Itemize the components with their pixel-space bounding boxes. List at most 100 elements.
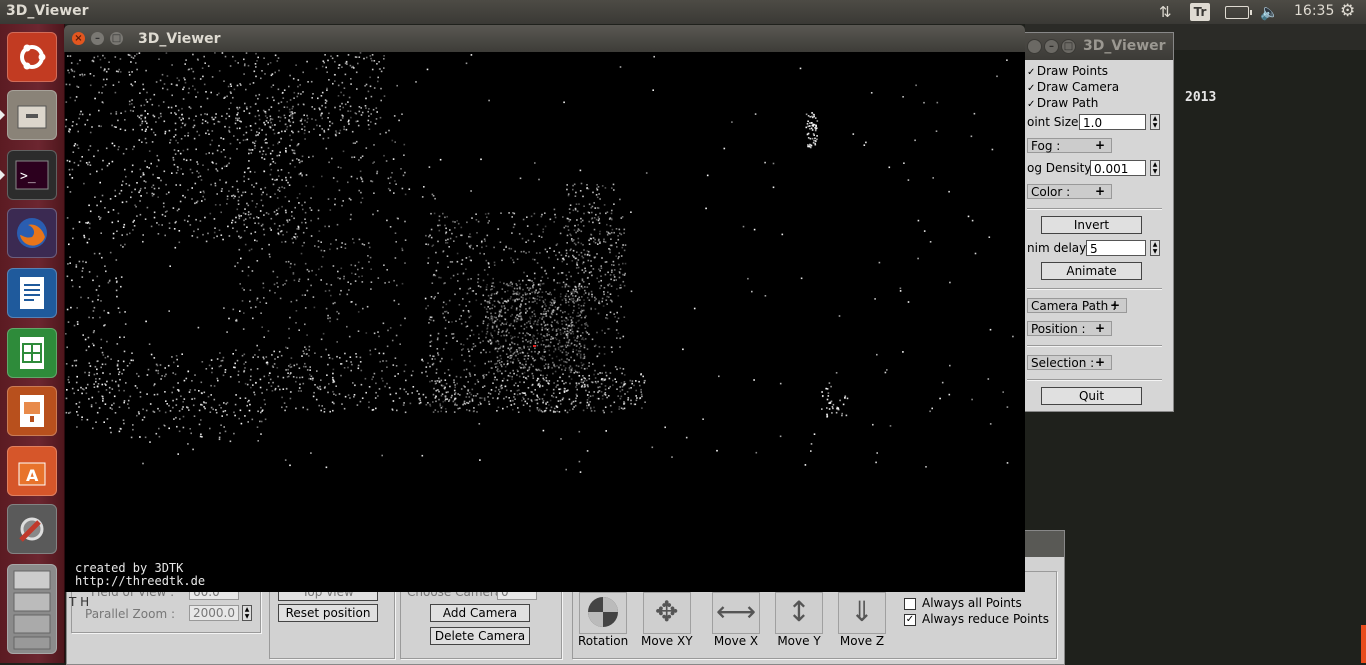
fog-density-spinner[interactable]: ▲ ▼ <box>1150 160 1160 176</box>
close-icon[interactable]: × <box>72 32 85 45</box>
volume-icon[interactable]: 🔈 <box>1260 3 1279 21</box>
point-size-input[interactable]: 1.0 <box>1079 114 1146 130</box>
minimize-icon[interactable]: – <box>1044 39 1059 54</box>
check-icon: ✓ <box>1027 99 1036 110</box>
always-reduce-points-label: Always reduce Points <box>922 612 1049 626</box>
fog-label: Fog : <box>1031 139 1061 153</box>
check-icon: ✓ <box>1027 83 1036 94</box>
move-xy-tool[interactable]: ✥ Move XY <box>641 592 693 648</box>
draw-camera-label: Draw Camera <box>1036 80 1120 94</box>
impress-icon[interactable] <box>7 386 57 436</box>
move-z-label: Move Z <box>839 634 885 648</box>
parallel-zoom-spinner[interactable]: ▲ ▼ <box>242 605 252 621</box>
point-cloud-canvas[interactable]: created by 3DTK http://threedtk.de <box>65 52 1025 592</box>
fog-density-label: og Density: <box>1027 161 1095 175</box>
settings-gear-icon[interactable]: ⚙ <box>1340 1 1355 21</box>
firefox-icon[interactable] <box>7 208 57 258</box>
position-rollout[interactable]: Position : + <box>1027 321 1112 336</box>
terminal-output: 2013 <box>1185 90 1217 105</box>
point-size-spinner[interactable]: ▲ ▼ <box>1150 114 1160 130</box>
bottom-titlebar[interactable] <box>1025 531 1064 557</box>
add-camera-button[interactable]: Add Camera <box>430 604 530 622</box>
writer-icon[interactable] <box>7 268 57 318</box>
camera-path-rollout[interactable]: Camera Path : + <box>1027 298 1127 313</box>
selection-rollout[interactable]: Selection : + <box>1027 355 1112 370</box>
delete-camera-button[interactable]: Delete Camera <box>430 627 530 645</box>
draw-points-checkbox[interactable]: ✓ Draw Points <box>1027 64 1108 78</box>
calc-icon[interactable] <box>7 328 57 378</box>
move-xy-icon: ✥ <box>642 592 691 634</box>
fog-density-input[interactable]: 0.001 <box>1090 160 1146 176</box>
rotation-ball-icon <box>579 592 628 634</box>
svg-text:>_: >_ <box>20 169 36 184</box>
always-all-points-checkbox[interactable]: Always all Points <box>904 596 1022 610</box>
draw-path-checkbox[interactable]: ✓ Draw Path <box>1027 96 1098 110</box>
launcher: >_ A <box>0 24 65 663</box>
controls-titlebar[interactable]: – □ 3D_Viewer <box>1023 33 1173 60</box>
network-icon[interactable]: ⇅ <box>1159 3 1172 21</box>
color-label: Color : <box>1031 185 1071 199</box>
rotation-label: Rotation <box>578 634 629 648</box>
maximize-icon[interactable]: □ <box>110 32 123 45</box>
move-x-tool[interactable]: ⟷ Move X <box>712 592 760 648</box>
check-icon: ✓ <box>1027 67 1036 78</box>
parallel-zoom-input[interactable]: 2000.0 <box>189 605 239 621</box>
active-indicator <box>0 110 5 120</box>
controls-window: – □ 3D_Viewer ✓ Draw Points ✓ Draw Camer… <box>1022 32 1174 412</box>
move-x-icon: ⟷ <box>712 592 760 634</box>
selection-label: Selection : <box>1031 356 1095 370</box>
always-reduce-points-checkbox[interactable]: ✓ Always reduce Points <box>904 612 1049 626</box>
terminal-scroll-marker <box>1361 625 1366 663</box>
draw-path-label: Draw Path <box>1036 96 1099 110</box>
battery-icon[interactable] <box>1225 6 1252 19</box>
point-size-label: oint Size: <box>1027 115 1083 129</box>
ubuntu-dash-icon[interactable] <box>7 32 57 82</box>
move-y-label: Move Y <box>777 634 821 648</box>
move-xy-label: Move XY <box>641 634 693 648</box>
expand-icon: + <box>1094 355 1105 369</box>
move-z-icon: ⇓ <box>838 592 886 634</box>
minimize-icon[interactable]: – <box>91 32 104 45</box>
credit-text: created by 3DTK http://threedtk.de <box>75 562 205 588</box>
checkbox-box: ✓ <box>904 613 916 626</box>
fog-rollout[interactable]: Fog : + <box>1027 138 1112 153</box>
maximize-icon[interactable]: □ <box>1061 39 1076 54</box>
reset-position-button[interactable]: Reset position <box>278 604 378 622</box>
credit-line-2: http://threedtk.de <box>75 574 206 588</box>
color-rollout[interactable]: Color : + <box>1027 184 1112 199</box>
expand-icon: + <box>1094 184 1105 198</box>
camera-path-label: Camera Path : <box>1031 299 1117 313</box>
anim-delay-label: nim delay: <box>1027 241 1090 255</box>
close-icon[interactable] <box>1027 39 1042 54</box>
system-settings-icon[interactable] <box>7 504 57 554</box>
anim-delay-spinner[interactable]: ▲ ▼ <box>1150 240 1160 256</box>
software-center-icon[interactable]: A <box>7 446 57 496</box>
expand-icon: + <box>1094 321 1105 335</box>
clock[interactable]: 16:35 <box>1294 3 1334 19</box>
invert-button[interactable]: Invert <box>1041 216 1142 234</box>
expand-icon: + <box>1094 138 1105 152</box>
terminal-icon[interactable]: >_ <box>7 150 57 200</box>
separator <box>1027 379 1162 381</box>
keyboard-layout-icon[interactable]: Tr <box>1190 3 1210 21</box>
move-z-tool[interactable]: ⇓ Move Z <box>838 592 886 648</box>
anim-delay-input[interactable]: 5 <box>1086 240 1146 256</box>
move-y-tool[interactable]: ↕ Move Y <box>775 592 823 648</box>
expand-icon: + <box>1109 298 1120 312</box>
files-icon[interactable] <box>7 90 57 140</box>
point-cloud-render <box>65 52 1014 473</box>
viewer-title: 3D_Viewer <box>138 31 221 47</box>
controls-title: 3D_Viewer <box>1083 38 1166 54</box>
quit-button[interactable]: Quit <box>1041 387 1142 405</box>
separator <box>1027 345 1162 347</box>
workspace-switcher-icon[interactable] <box>7 564 57 654</box>
active-indicator <box>0 170 5 180</box>
viewer-window: × – □ 3D_Viewer created by 3DTK http://t… <box>64 25 1025 592</box>
animate-button[interactable]: Animate <box>1041 262 1142 280</box>
viewer-titlebar[interactable]: × – □ 3D_Viewer <box>64 25 1025 52</box>
checkbox-box <box>904 597 916 610</box>
move-x-label: Move X <box>713 634 759 648</box>
draw-camera-checkbox[interactable]: ✓ Draw Camera <box>1027 80 1119 94</box>
app-title: 3D_Viewer <box>6 3 89 19</box>
rotation-tool[interactable]: Rotation <box>578 592 628 648</box>
